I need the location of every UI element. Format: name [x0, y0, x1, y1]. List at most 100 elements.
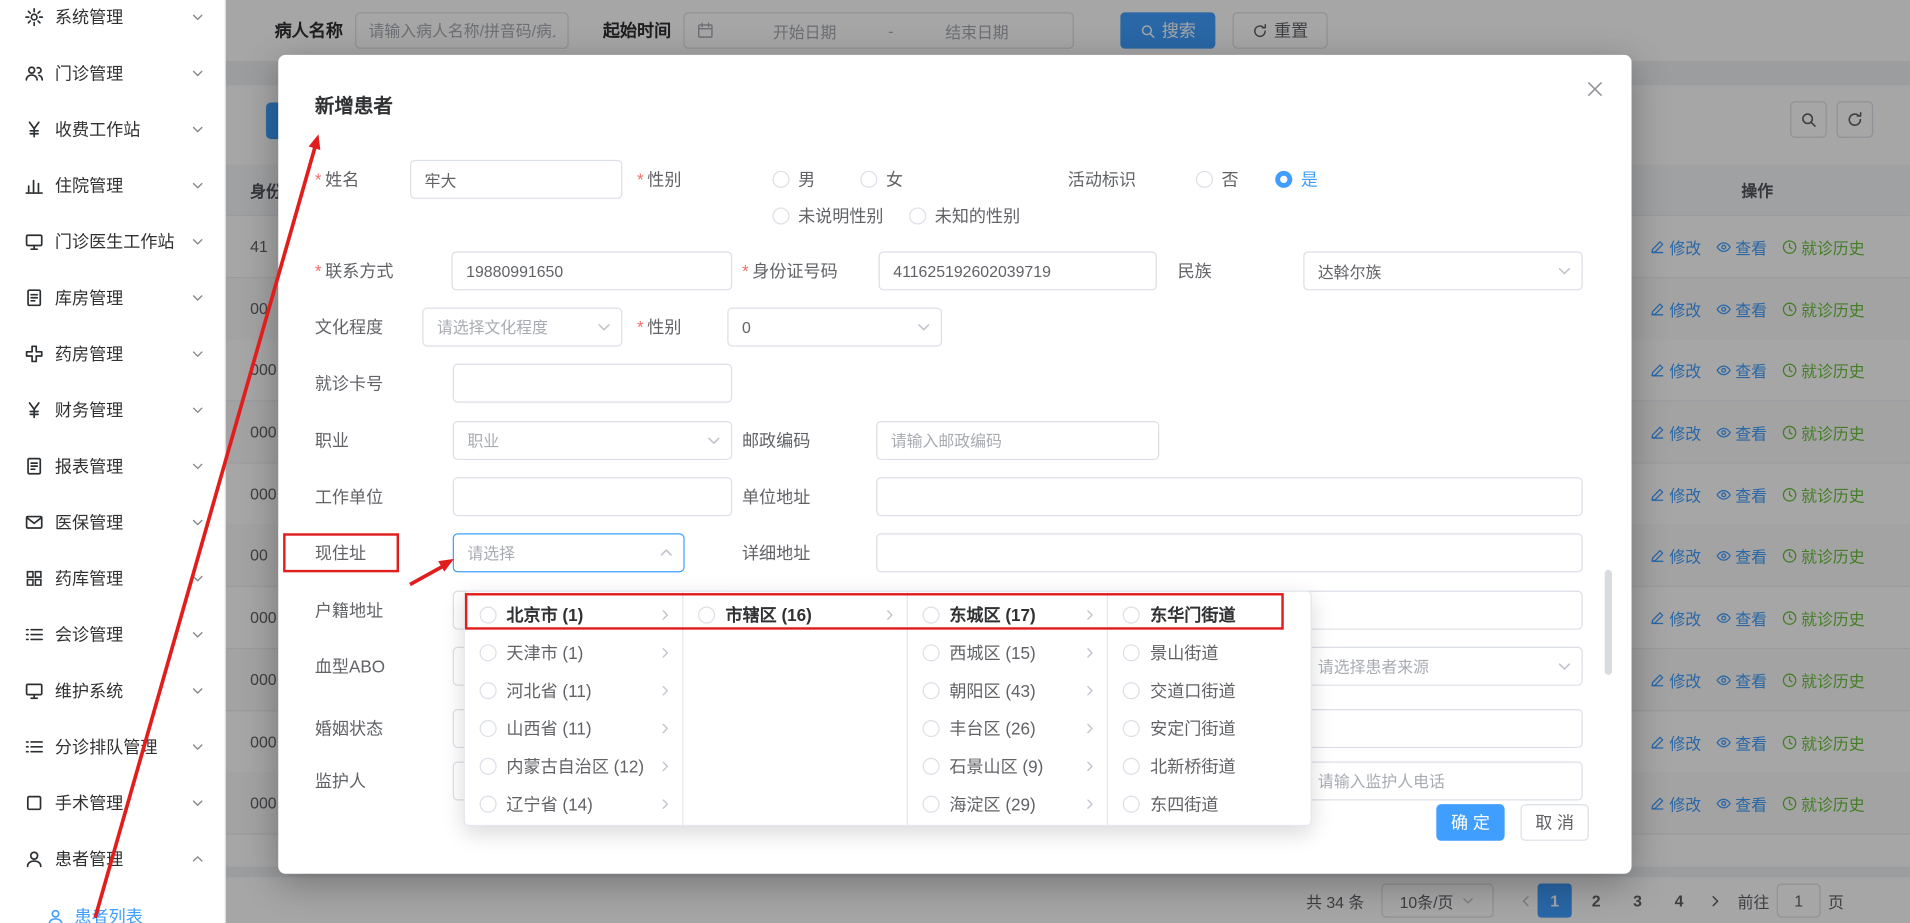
cascader-option-haidian[interactable]: 海淀区 (29): [908, 785, 1108, 823]
active-flag-label: 活动标识: [1068, 170, 1136, 190]
active-flag-radio-yes[interactable]: 是: [1275, 160, 1318, 199]
sidebar-item-drug-storage-management[interactable]: 药库管理: [0, 550, 225, 606]
chevron-right-icon: [1083, 758, 1098, 773]
cascader-option-xicheng[interactable]: 西城区 (15): [908, 633, 1108, 671]
cascader-district-column: 东城区 (17) 西城区 (15) 朝阳区 (43) 丰台区 (26) 石景山区…: [908, 592, 1109, 825]
contact-input[interactable]: [452, 251, 733, 290]
radio-circle-icon: [922, 719, 939, 736]
sidebar-item-inpatient-management[interactable]: 住院管理: [0, 157, 225, 213]
detail-address-input[interactable]: [876, 533, 1583, 572]
gender-radio-male[interactable]: 男: [772, 160, 815, 199]
cascader-option-tianjin[interactable]: 天津市 (1): [465, 633, 683, 671]
work-unit-input[interactable]: [453, 477, 732, 516]
guardian-phone-input[interactable]: [1303, 761, 1582, 800]
cascader-option-dongcheng[interactable]: 东城区 (17): [908, 596, 1108, 634]
sidebar-item-label: 药库管理: [55, 566, 190, 590]
cascader-option-chaoyang[interactable]: 朝阳区 (43): [908, 671, 1108, 709]
sidebar-item-warehouse-management[interactable]: 库房管理: [0, 270, 225, 326]
sidebar-item-maintenance-system[interactable]: 维护系统: [0, 663, 225, 719]
card-no-input[interactable]: [453, 364, 732, 403]
modal-scrollbar[interactable]: [1605, 570, 1612, 675]
chevron-down-icon: [190, 10, 205, 25]
sidebar-item-triage-queue-management[interactable]: 分诊排队管理: [0, 719, 225, 775]
occupation-select[interactable]: [453, 421, 732, 460]
list-icon: [24, 625, 44, 645]
chevron-down-icon: [190, 515, 205, 530]
household-detail-input[interactable]: [1303, 591, 1582, 630]
chevron-right-icon: [1083, 645, 1098, 660]
radio-circle-icon: [909, 207, 926, 224]
sidebar-item-label: 药房管理: [55, 342, 190, 366]
cascader-option-donghuamen[interactable]: 东华门街道: [1109, 596, 1311, 634]
occupation-label: 职业: [315, 431, 349, 451]
name-input[interactable]: [410, 160, 622, 199]
chevron-down-icon: [596, 318, 613, 335]
sidebar-item-outpatient-management[interactable]: 门诊管理: [0, 45, 225, 101]
unit-address-input[interactable]: [876, 477, 1583, 516]
chevron-down-icon: [190, 740, 205, 755]
cascader-option-jingshan[interactable]: 景山街道: [1109, 633, 1311, 671]
cascader-option-liaoning[interactable]: 辽宁省 (14): [465, 785, 683, 823]
gender-radio-unknown[interactable]: 未知的性别: [909, 196, 1020, 235]
sidebar-item-label: 医保管理: [55, 510, 190, 534]
sidebar-item-charge-workstation[interactable]: 收费工作站: [0, 101, 225, 157]
gender-code-select[interactable]: [727, 308, 942, 347]
radio-circle-icon: [922, 682, 939, 699]
chevron-down-icon: [190, 459, 205, 474]
close-icon[interactable]: [1585, 79, 1605, 99]
id-number-input[interactable]: [879, 251, 1157, 290]
sidebar-item-pharmacy-management[interactable]: 药房管理: [0, 326, 225, 382]
chevron-up-icon: [190, 852, 205, 867]
sidebar-item-label: 分诊排队管理: [55, 735, 190, 759]
cascader-option-jiaodaokou[interactable]: 交道口街道: [1109, 671, 1311, 709]
current-address-cascader-select[interactable]: [453, 533, 685, 572]
active-flag-radio-no[interactable]: 否: [1196, 160, 1239, 199]
gender-radio-unspecified[interactable]: 未说明性别: [772, 196, 883, 235]
ethnicity-select[interactable]: [1303, 251, 1582, 290]
cascader-option-beixinqiao[interactable]: 北新桥街道: [1109, 747, 1311, 785]
sidebar-item-report-management[interactable]: 报表管理: [0, 438, 225, 494]
unit-address-label: 单位地址: [742, 487, 810, 507]
sidebar-subitem-patient-list[interactable]: 患者列表: [0, 904, 226, 923]
name-label: *姓名: [315, 170, 359, 190]
chart-icon: [24, 176, 44, 196]
cascader-option-shixiaqu[interactable]: 市辖区 (16): [684, 596, 907, 634]
sidebar-item-surgery-management[interactable]: 手术管理: [0, 775, 225, 831]
radio-circle-icon: [860, 171, 877, 188]
chevron-up-icon: [658, 544, 675, 561]
chevron-down-icon: [915, 318, 932, 335]
radio-circle-icon: [480, 644, 497, 661]
sidebar-item-label: 财务管理: [55, 398, 190, 422]
radio-circle-icon: [922, 644, 939, 661]
cascader-option-shijingshan[interactable]: 石景山区 (9): [908, 747, 1108, 785]
cascader-option-hebei[interactable]: 河北省 (11): [465, 671, 683, 709]
sidebar-item-patient-management[interactable]: 患者管理: [0, 831, 225, 887]
cascader-option-andingmen[interactable]: 安定门街道: [1109, 709, 1311, 747]
postal-code-input[interactable]: [876, 421, 1159, 460]
radio-circle-icon: [772, 207, 789, 224]
gender-radio-female[interactable]: 女: [860, 160, 903, 199]
marital-extra-input[interactable]: [1303, 709, 1582, 748]
chevron-down-icon: [190, 627, 205, 642]
cascader-option-neimenggu[interactable]: 内蒙古自治区 (12): [465, 747, 683, 785]
radio-circle-icon: [1123, 606, 1140, 623]
patient-source-select[interactable]: [1303, 647, 1582, 686]
id-number-label: *身份证号码: [742, 261, 838, 281]
yen-icon: [24, 400, 44, 420]
sidebar-item-outpatient-doctor-workstation[interactable]: 门诊医生工作站: [0, 214, 225, 270]
education-select[interactable]: [422, 308, 622, 347]
guardian-label: 监护人: [315, 771, 366, 791]
sidebar-item-system-management[interactable]: 系统管理: [0, 0, 225, 45]
chevron-right-icon: [658, 607, 673, 622]
card-no-label: 就诊卡号: [315, 373, 383, 393]
cascader-option-fengtai[interactable]: 丰台区 (26): [908, 709, 1108, 747]
cancel-button[interactable]: 取 消: [1520, 804, 1588, 841]
cascader-option-dongsi[interactable]: 东四街道: [1109, 785, 1311, 823]
sidebar-item-consultation-management[interactable]: 会诊管理: [0, 606, 225, 662]
radio-circle-icon: [922, 795, 939, 812]
confirm-button[interactable]: 确 定: [1436, 804, 1504, 841]
sidebar-item-medical-insurance-management[interactable]: 医保管理: [0, 494, 225, 550]
cascader-option-shanxi[interactable]: 山西省 (11): [465, 709, 683, 747]
sidebar-item-finance-management[interactable]: 财务管理: [0, 382, 225, 438]
cascader-option-beijing[interactable]: 北京市 (1): [465, 596, 683, 634]
